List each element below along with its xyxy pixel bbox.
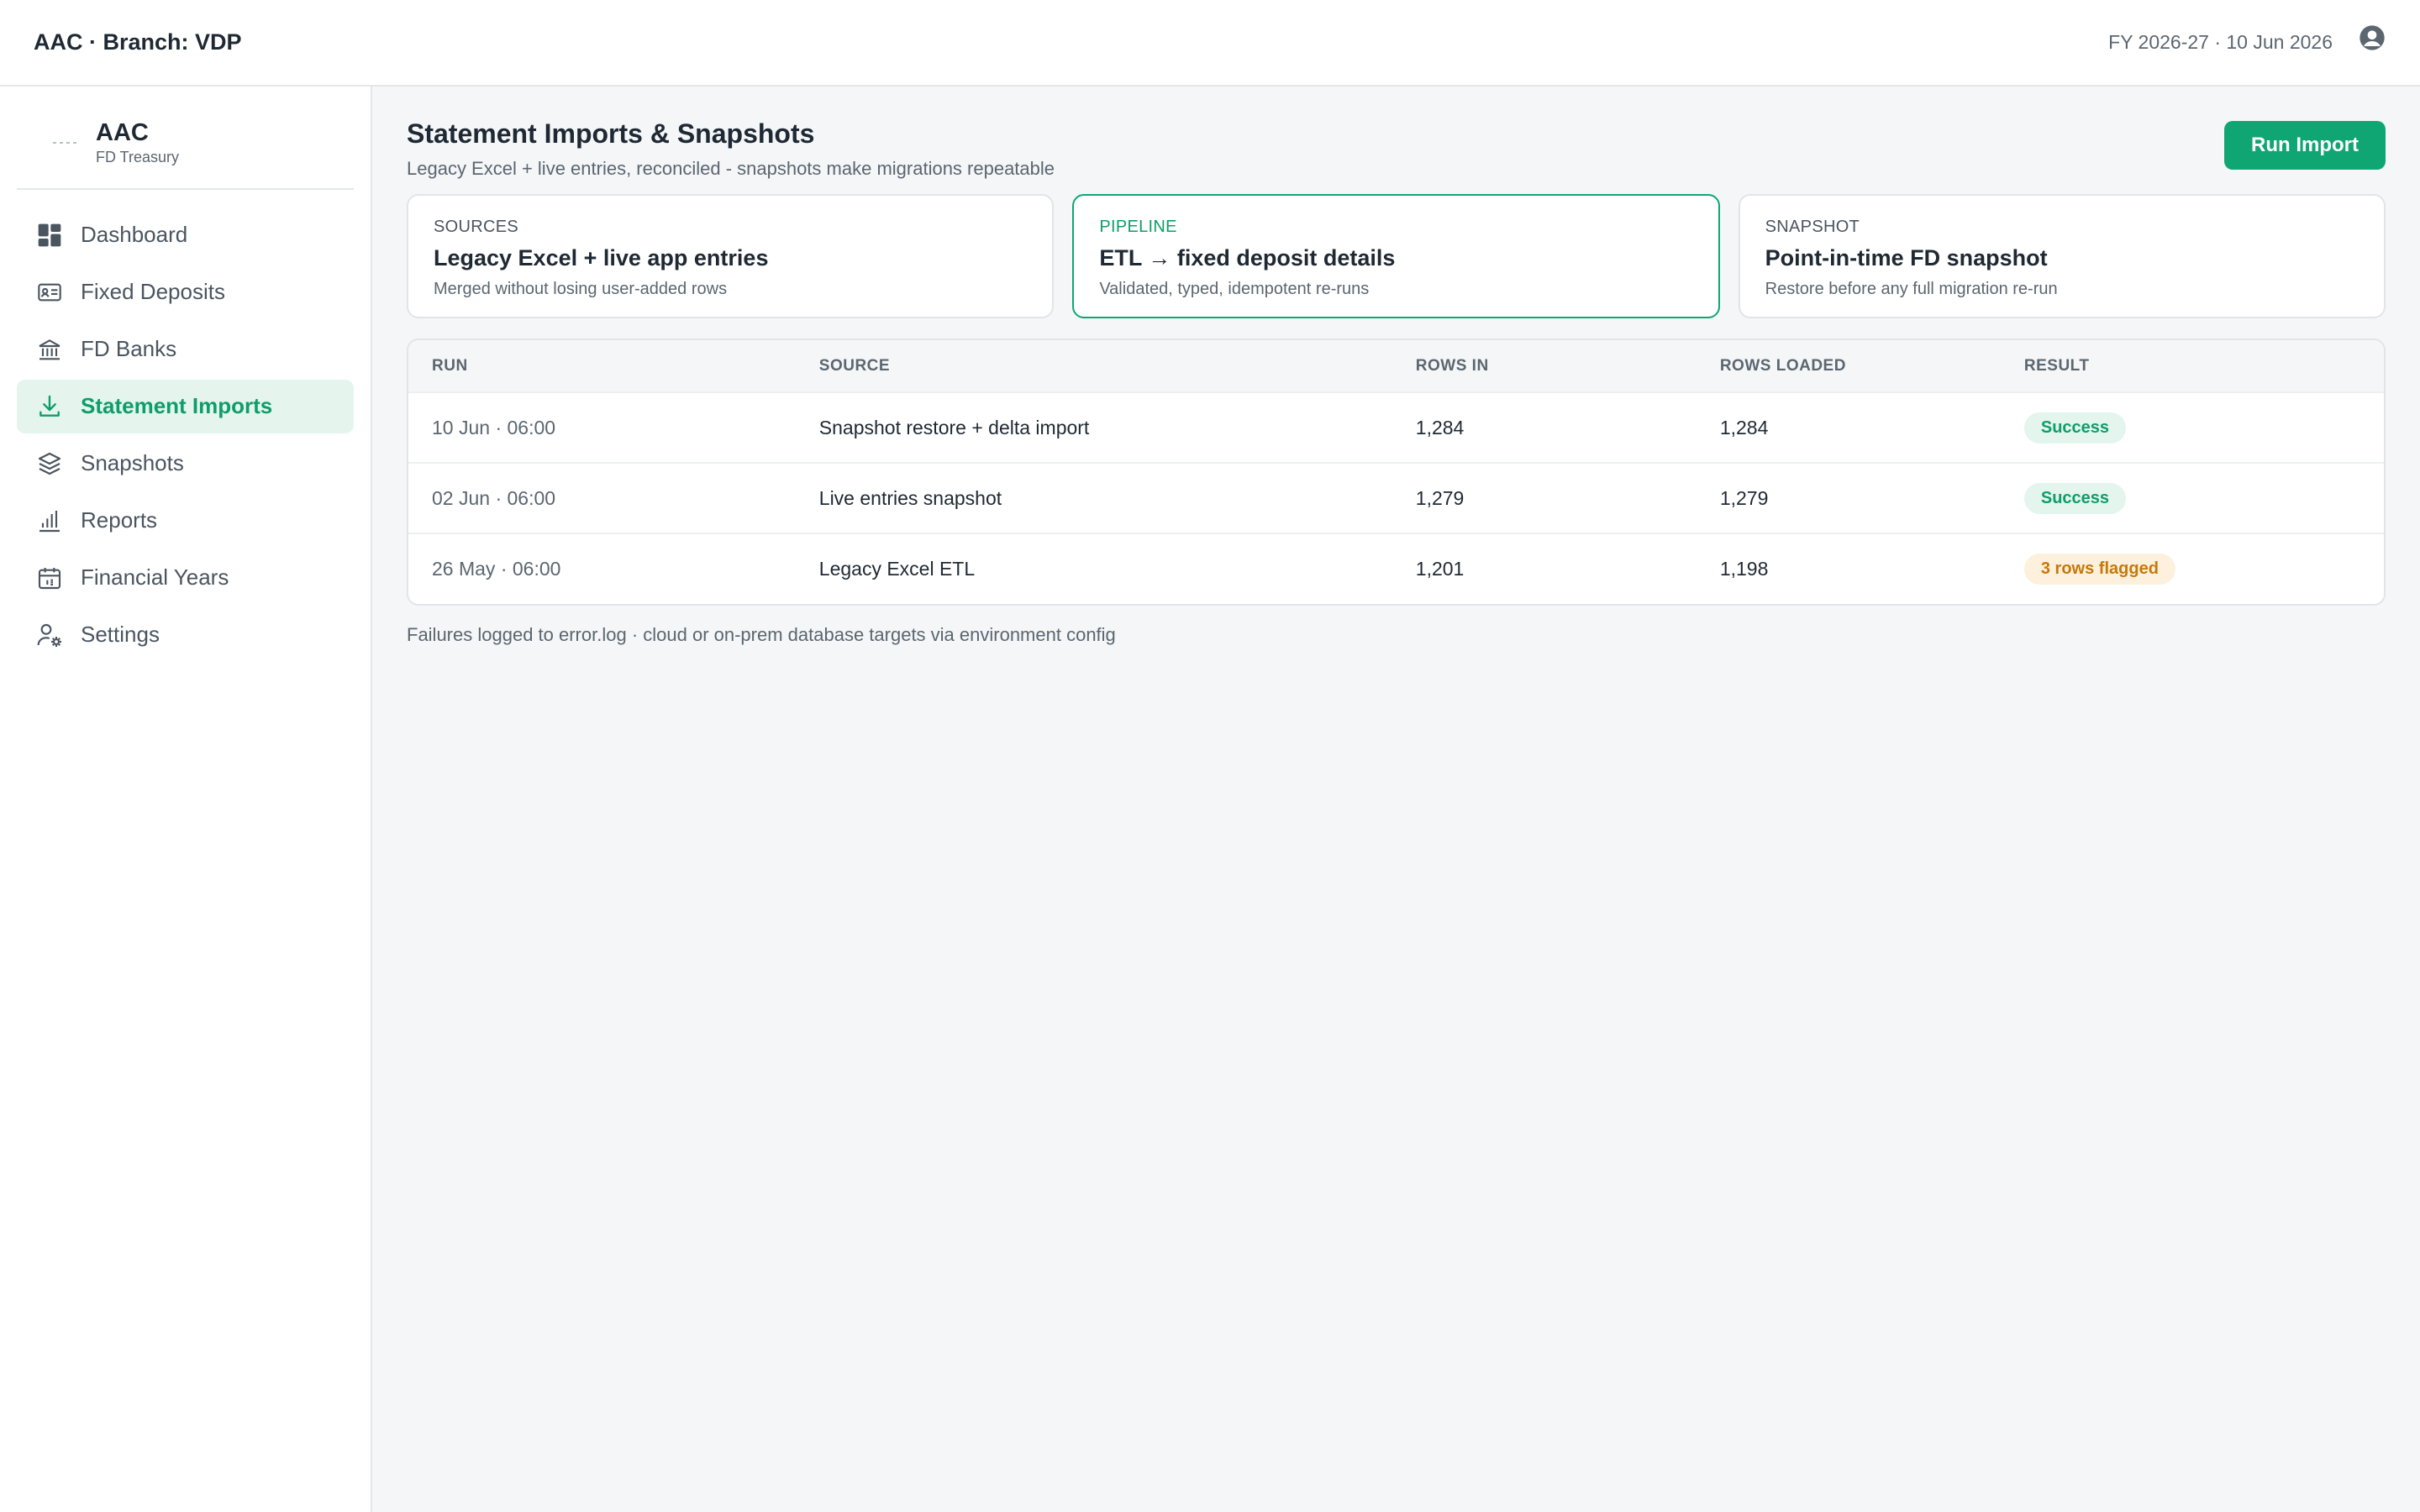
status-badge: Success bbox=[2023, 412, 2127, 444]
run-cell: 02 Jun · 06:00 bbox=[408, 462, 796, 533]
result-cell: Success bbox=[2000, 462, 2384, 533]
layers-icon bbox=[35, 449, 64, 478]
card-label: PIPELINE bbox=[1099, 218, 1177, 236]
top-bar: AAC · Branch: VDP FY 2026-27 · 10 Jun 20… bbox=[0, 0, 2420, 87]
card-title: Point-in-time FD snapshot bbox=[1765, 245, 2048, 270]
logo-icon bbox=[50, 128, 81, 158]
card-label: SOURCES bbox=[434, 218, 519, 236]
sidebar-item-reports[interactable]: Reports bbox=[17, 494, 354, 548]
run-cell: 10 Jun · 06:00 bbox=[408, 391, 796, 463]
column-header-rows-in[interactable]: ROWS IN bbox=[1392, 340, 1697, 392]
source-cell: Legacy Excel ETL bbox=[795, 533, 1392, 604]
status-badge: Success bbox=[2023, 482, 2127, 514]
table-row[interactable]: 02 Jun · 06:00 Live entries snapshot 1,2… bbox=[408, 462, 2384, 533]
card-subtitle: Restore before any full migration re-run bbox=[1765, 280, 2058, 298]
main-content: Statement Imports & Snapshots Legacy Exc… bbox=[372, 87, 2420, 1512]
snapshot-card: SNAPSHOT Point-in-time FD snapshot Resto… bbox=[1738, 194, 2386, 318]
sidebar-item-label: Settings bbox=[81, 622, 160, 648]
source-cell: Snapshot restore + delta import bbox=[795, 391, 1392, 463]
sidebar-item-label: Reports bbox=[81, 507, 158, 533]
sidebar-item-statement-imports[interactable]: Statement Imports bbox=[17, 379, 354, 433]
sidebar-item-label: Fixed Deposits bbox=[81, 279, 225, 305]
pipeline-card: PIPELINE ETL → fixed deposit details Val… bbox=[1072, 194, 1720, 318]
sidebar-item-label: Statement Imports bbox=[81, 393, 273, 419]
sidebar: AAC FD Treasury Dashboard Fixed Deposits… bbox=[0, 87, 372, 1512]
card-label: SNAPSHOT bbox=[1765, 218, 1860, 236]
user-circle-icon[interactable] bbox=[2358, 24, 2386, 52]
top-bar-right: FY 2026-27 · 10 Jun 2026 bbox=[2108, 24, 2386, 54]
brand-text: AAC FD Treasury bbox=[96, 119, 180, 166]
sidebar-item-dashboard[interactable]: Dashboard bbox=[17, 208, 354, 262]
card-subtitle: Validated, typed, idempotent re-runs bbox=[1099, 280, 1370, 298]
sidebar-item-label: FD Banks bbox=[81, 336, 177, 362]
column-header-rows-loaded[interactable]: ROWS LOADED bbox=[1696, 340, 2001, 392]
sidebar-item-fixed-deposits[interactable]: Fixed Deposits bbox=[17, 265, 354, 319]
brand-subtitle: FD Treasury bbox=[96, 148, 180, 165]
brand: AAC FD Treasury bbox=[17, 103, 354, 190]
column-header-run[interactable]: RUN bbox=[408, 340, 796, 392]
page-heading: Statement Imports & Snapshots Legacy Exc… bbox=[407, 117, 1055, 180]
page-header: Statement Imports & Snapshots Legacy Exc… bbox=[407, 117, 2386, 194]
fiscal-year-date: FY 2026-27 · 10 Jun 2026 bbox=[2108, 31, 2333, 53]
table-row[interactable]: 26 May · 06:00 Legacy Excel ETL 1,201 1,… bbox=[408, 533, 2384, 604]
bank-icon bbox=[35, 335, 64, 364]
download-icon bbox=[35, 392, 64, 421]
info-cards: SOURCES Legacy Excel + live app entries … bbox=[407, 194, 2386, 318]
result-cell: 3 rows flagged bbox=[2000, 533, 2384, 604]
sidebar-item-financial-years[interactable]: Financial Years bbox=[17, 551, 354, 605]
footnote: Failures logged to error.log · cloud or … bbox=[407, 624, 1116, 645]
source-cell: Live entries snapshot bbox=[795, 462, 1392, 533]
card-subtitle: Merged without losing user-added rows bbox=[434, 280, 728, 298]
rows-in-cell: 1,201 bbox=[1392, 533, 1697, 604]
run-cell: 26 May · 06:00 bbox=[408, 533, 796, 604]
id-card-icon bbox=[35, 278, 64, 307]
sidebar-item-label: Financial Years bbox=[81, 564, 229, 591]
table-row[interactable]: 10 Jun · 06:00 Snapshot restore + delta … bbox=[408, 391, 2384, 463]
dashboard-icon bbox=[35, 221, 64, 249]
run-import-button[interactable]: Run Import bbox=[2224, 121, 2386, 170]
column-header-result[interactable]: RESULT bbox=[2000, 340, 2384, 392]
status-badge: 3 rows flagged bbox=[2023, 554, 2175, 585]
sidebar-item-label: Snapshots bbox=[81, 450, 184, 476]
brand-name: AAC bbox=[96, 119, 149, 146]
table-header-row: RUN SOURCE ROWS IN ROWS LOADED RESULT bbox=[408, 340, 2384, 392]
rows-in-cell: 1,284 bbox=[1392, 391, 1697, 463]
rows-in-cell: 1,279 bbox=[1392, 462, 1697, 533]
user-gear-icon bbox=[35, 621, 64, 649]
page-subtitle: Legacy Excel + live entries, reconciled … bbox=[407, 158, 1055, 179]
sidebar-item-snapshots[interactable]: Snapshots bbox=[17, 437, 354, 491]
bar-chart-icon bbox=[35, 507, 64, 535]
rows-loaded-cell: 1,279 bbox=[1696, 462, 2001, 533]
sidebar-item-settings[interactable]: Settings bbox=[17, 608, 354, 662]
sidebar-item-label: Dashboard bbox=[81, 222, 188, 248]
branch-title: AAC · Branch: VDP bbox=[34, 29, 242, 55]
result-cell: Success bbox=[2000, 391, 2384, 463]
page-title: Statement Imports & Snapshots bbox=[407, 118, 815, 149]
sources-card: SOURCES Legacy Excel + live app entries … bbox=[407, 194, 1055, 318]
sidebar-item-fd-banks[interactable]: FD Banks bbox=[17, 323, 354, 376]
card-title: Legacy Excel + live app entries bbox=[434, 245, 769, 270]
rows-loaded-cell: 1,284 bbox=[1696, 391, 2001, 463]
import-runs-table: RUN SOURCE ROWS IN ROWS LOADED RESULT 10… bbox=[407, 339, 2386, 606]
calendar-icon bbox=[35, 564, 64, 592]
column-header-source[interactable]: SOURCE bbox=[795, 340, 1392, 392]
sidebar-nav: Dashboard Fixed Deposits FD Banks Statem… bbox=[17, 208, 354, 662]
card-title: ETL → fixed deposit details bbox=[1099, 245, 1396, 270]
rows-loaded-cell: 1,198 bbox=[1696, 533, 2001, 604]
